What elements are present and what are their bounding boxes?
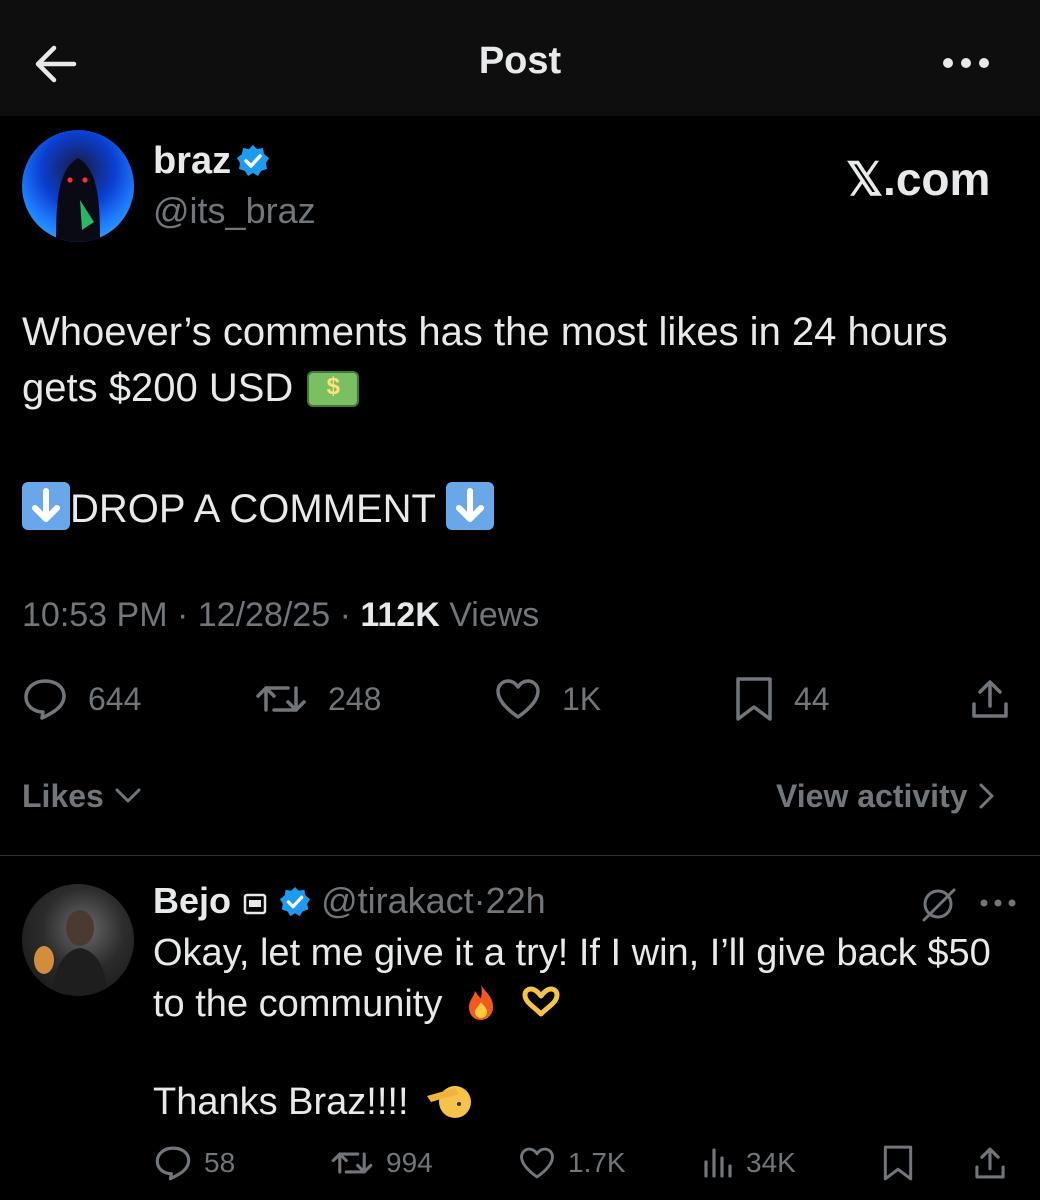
like-button[interactable]: 1K [494, 674, 601, 724]
separator: · [473, 880, 486, 921]
post-meta: 10:53 PM · 12/28/25 · 112K Views [22, 596, 539, 635]
reply-count: 644 [88, 680, 142, 717]
likes-sort-dropdown[interactable]: Likes [22, 778, 143, 815]
avatar-image [34, 910, 108, 996]
views-label: Views [449, 596, 540, 634]
like-icon [496, 679, 540, 719]
likes-sort-label: Likes [22, 778, 104, 814]
fire-icon [468, 985, 493, 1020]
bookmark-icon [736, 677, 772, 721]
more-button[interactable] [938, 48, 994, 78]
share-button[interactable] [968, 674, 1012, 724]
reply-text-line-2: to the community [153, 982, 565, 1026]
grok-icon[interactable] [918, 886, 958, 922]
reply-views-count: 34K [746, 1147, 796, 1178]
post-text-line: Whoever’s comments has the most likes in… [22, 310, 948, 354]
reply-handle[interactable]: @tirakact [321, 880, 474, 921]
reply-text: to the community [153, 983, 443, 1025]
bookmark-button[interactable]: 44 [734, 674, 830, 724]
author-handle[interactable]: @its_braz [153, 190, 316, 232]
reply-like-count: 1.7K [568, 1147, 626, 1178]
money-icon [307, 371, 360, 407]
reply-display-name[interactable]: Bejo [153, 880, 231, 921]
reply-header: Bejo @tirakact·22h [153, 880, 546, 922]
verified-icon [237, 145, 269, 176]
post-text-line-2: gets $200 USD [22, 366, 360, 411]
down-arrow-icon [446, 482, 495, 530]
top-bar: Post [0, 0, 1040, 116]
like-count: 1K [562, 680, 602, 717]
separator: · [176, 596, 189, 634]
like-icon [520, 1147, 554, 1179]
post-time: 10:53 PM [22, 596, 168, 634]
views-count: 112K [360, 596, 440, 634]
reply-icon [155, 1146, 191, 1181]
share-icon [972, 680, 1008, 718]
repost-count: 248 [328, 680, 382, 717]
heart-hands-icon [522, 986, 560, 1017]
reply-repost-button[interactable]: 994 [330, 1143, 433, 1183]
separator: · [339, 596, 351, 634]
share-icon [975, 1147, 1005, 1179]
avatar-image [56, 158, 100, 242]
post-text: gets $200 USD [22, 366, 294, 410]
saluting-face-icon [427, 1086, 472, 1118]
chevron-down-icon [115, 788, 141, 803]
down-arrow-icon [22, 482, 70, 530]
reply-button[interactable]: 644 [22, 674, 141, 724]
avatar[interactable] [22, 130, 134, 242]
reply-share-button[interactable] [972, 1143, 1008, 1183]
repost-button[interactable]: 248 [254, 674, 381, 724]
reply-views-button[interactable]: 34K [702, 1143, 796, 1183]
post-text: DROP A COMMENT [70, 487, 436, 531]
views-icon [704, 1148, 732, 1178]
divider [0, 855, 1040, 856]
watermark: 𝕏.com [846, 153, 991, 205]
post-text-line-3: DROP A COMMENT [22, 482, 495, 532]
reply-more-icon[interactable] [978, 896, 1018, 910]
view-activity-label: View activity [776, 778, 968, 814]
repost-icon [256, 686, 306, 712]
view-activity-link[interactable]: View activity [776, 778, 996, 815]
post-date: 12/28/25 [197, 596, 331, 634]
display-name[interactable]: braz [153, 140, 231, 183]
reply-text-line: Okay, let me give it a try! If I win, I’… [153, 932, 991, 974]
reply-avatar[interactable] [22, 884, 134, 996]
chevron-right-icon [979, 783, 994, 809]
bookmark-icon [883, 1145, 913, 1181]
reply-like-button[interactable]: 1.7K [518, 1143, 626, 1183]
reply-text-line-3: Thanks Braz!!!! [153, 1080, 473, 1124]
verified-icon [279, 886, 311, 917]
reply-time: 22h [485, 880, 546, 921]
page-title: Post [478, 40, 562, 82]
bookmark-count: 44 [794, 680, 830, 717]
reply-icon [24, 679, 66, 720]
reply-reply-count: 58 [204, 1147, 236, 1178]
repost-icon [331, 1152, 373, 1174]
reply-repost-count: 994 [386, 1147, 433, 1178]
reply-text: Thanks Braz!!!! [153, 1081, 409, 1123]
reply-reply-button[interactable]: 58 [154, 1143, 235, 1183]
more-icon [943, 58, 989, 68]
reply-bookmark-button[interactable] [882, 1143, 914, 1183]
badge-icon [243, 893, 267, 915]
